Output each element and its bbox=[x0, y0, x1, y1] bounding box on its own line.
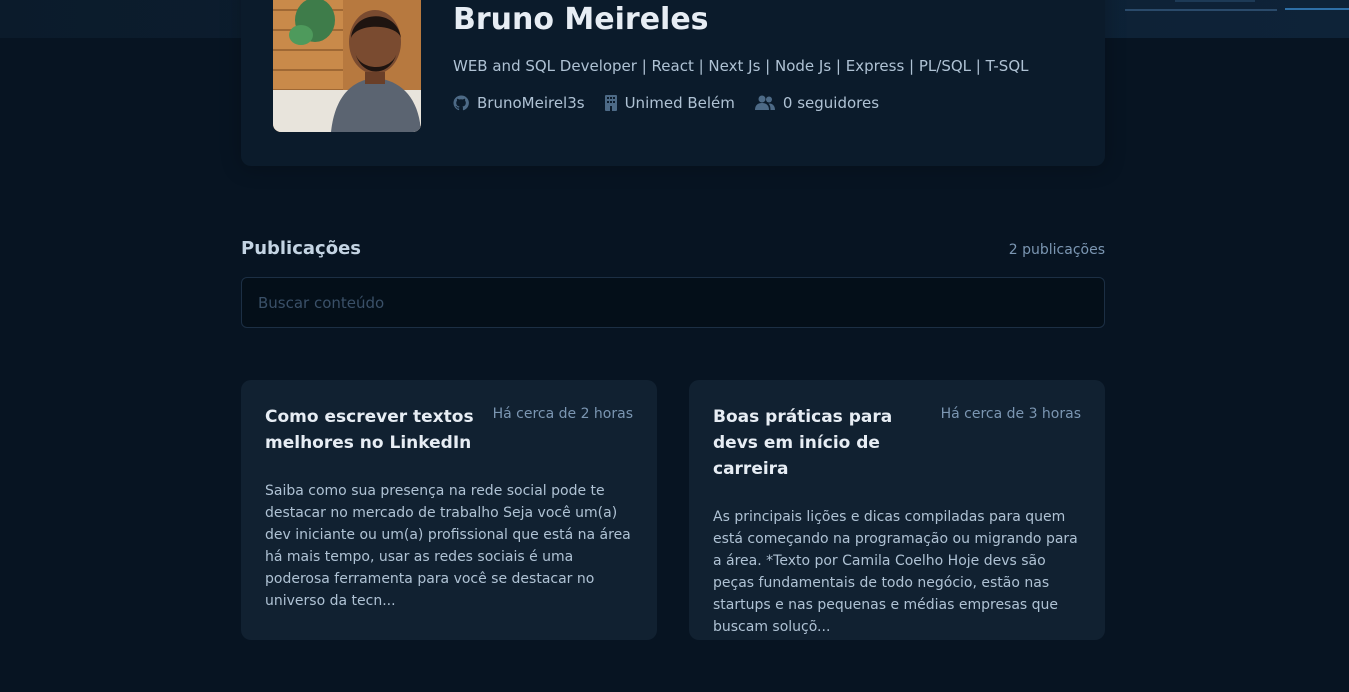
github-link[interactable]: BrunoMeirel3s bbox=[453, 94, 585, 112]
post-card[interactable]: Boas práticas para devs em início de car… bbox=[689, 380, 1105, 640]
profile-name: Bruno Meireles bbox=[453, 2, 709, 37]
post-title: Como escrever textos melhores no LinkedI… bbox=[265, 407, 474, 453]
profile-info: Bruno Meireles WEB and SQL Developer | R… bbox=[453, 0, 1093, 112]
cover-decoration bbox=[1125, 9, 1277, 11]
post-time: Há cerca de 3 horas bbox=[940, 406, 1081, 422]
users-icon bbox=[754, 95, 775, 111]
profile-card: Bruno Meireles WEB and SQL Developer | R… bbox=[241, 0, 1105, 166]
search-input[interactable] bbox=[241, 277, 1105, 328]
post-excerpt: Saiba como sua presença na rede social p… bbox=[265, 483, 631, 609]
publications-header: Publicações 2 publicações bbox=[241, 238, 1105, 259]
publications-title: Publicações bbox=[241, 238, 362, 259]
publications-count: 2 publicações bbox=[1008, 242, 1105, 258]
post-excerpt: As principais lições e dicas compiladas … bbox=[713, 509, 1078, 635]
post-card[interactable]: Como escrever textos melhores no LinkedI… bbox=[241, 380, 657, 640]
post-time: Há cerca de 2 horas bbox=[492, 406, 633, 422]
github-username: BrunoMeirel3s bbox=[477, 94, 585, 112]
followers-count: 0 seguidores bbox=[782, 94, 880, 112]
post-title: Boas práticas para devs em início de car… bbox=[713, 407, 893, 479]
cover-decoration bbox=[1175, 0, 1255, 2]
company-name: Unimed Belém bbox=[624, 94, 735, 112]
post-header: Como escrever textos melhores no LinkedI… bbox=[265, 404, 633, 456]
building-icon bbox=[604, 95, 617, 111]
profile-meta: BrunoMeirel3s Unimed Belém 0 seguidores bbox=[453, 94, 1093, 112]
company-info: Unimed Belém bbox=[604, 94, 735, 112]
followers-info: 0 seguidores bbox=[754, 94, 880, 112]
avatar bbox=[273, 0, 421, 132]
post-header: Boas práticas para devs em início de car… bbox=[713, 404, 1081, 482]
profile-bio: WEB and SQL Developer | React | Next Js … bbox=[453, 57, 1029, 75]
github-icon bbox=[453, 95, 469, 111]
cover-decoration bbox=[1285, 8, 1349, 10]
